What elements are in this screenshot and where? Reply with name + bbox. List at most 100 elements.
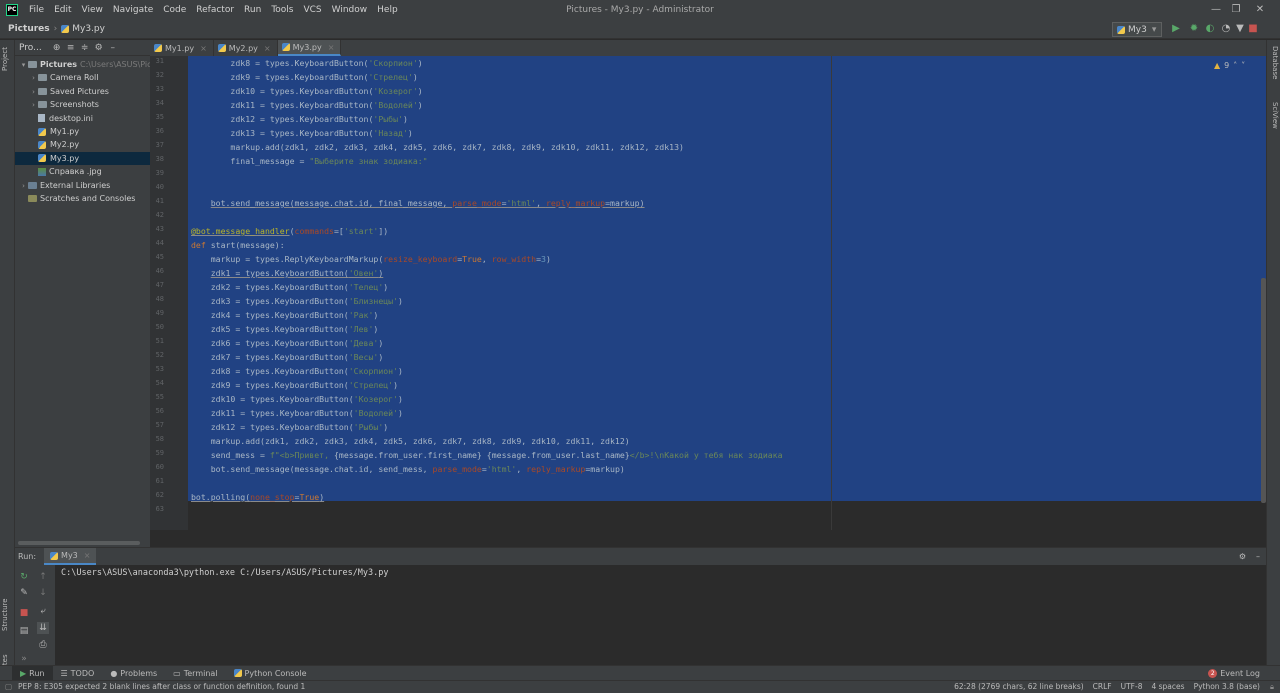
tree-item[interactable]: › External Libraries <box>15 179 150 192</box>
wrench-icon[interactable]: ✎ <box>18 587 30 599</box>
file-encoding[interactable]: UTF-8 <box>1121 681 1143 693</box>
tab-my3-py[interactable]: My3.py × <box>277 40 342 56</box>
toggle-tool-windows-icon[interactable]: ▢ <box>5 681 12 693</box>
menu-item-edit[interactable]: Edit <box>49 0 76 20</box>
inspection-widget[interactable]: ▲ 9 ˄ ˅ <box>1214 59 1264 71</box>
tab-my1-py[interactable]: My1.py × <box>150 40 214 56</box>
menu-item-window[interactable]: Window <box>327 0 373 20</box>
code-line[interactable]: zdk11 = types.KeyboardButton('Водолей') <box>191 98 422 112</box>
tree-item[interactable]: My2.py <box>15 138 150 151</box>
tree-item[interactable]: My3.py <box>15 151 150 165</box>
menu-item-navigate[interactable]: Navigate <box>108 0 158 20</box>
code-line[interactable]: zdk1 = types.KeyboardButton('Овен') <box>191 266 384 280</box>
close-icon[interactable]: × <box>84 551 91 560</box>
close-icon[interactable]: × <box>200 44 207 53</box>
todo-tool-button[interactable]: ☰ TODO <box>53 666 103 681</box>
console-output[interactable]: C:\Users\ASUS\anaconda3\python.exe C:/Us… <box>61 568 389 578</box>
menu-item-refactor[interactable]: Refactor <box>191 0 239 20</box>
stop-icon[interactable]: ■ <box>18 607 30 619</box>
close-icon[interactable]: × <box>328 43 335 52</box>
breadcrumb-root[interactable]: Pictures <box>0 24 50 34</box>
tree-item[interactable]: ▾ PicturesC:\Users\ASUS\Pictures <box>15 58 150 71</box>
menu-item-help[interactable]: Help <box>372 0 403 20</box>
problems-tool-button[interactable]: ● Problems <box>102 666 165 681</box>
event-log-button[interactable]: 2 Event Log <box>1208 666 1260 681</box>
run-tab-my3[interactable]: My3 × <box>44 548 97 565</box>
code-line[interactable]: zdk12 = types.KeyboardButton('Рыбы') <box>191 420 388 434</box>
close-icon[interactable]: × <box>264 44 271 53</box>
collapse-all-icon[interactable]: ≑ <box>78 43 92 53</box>
expand-all-icon[interactable]: ≡ <box>64 43 78 53</box>
lock-icon[interactable]: 🔒︎ <box>1270 681 1274 693</box>
menu-item-file[interactable]: File <box>24 0 49 20</box>
code-line[interactable]: zdk2 = types.KeyboardButton('Телец') <box>191 280 389 294</box>
project-tool-tab[interactable]: Project <box>1 44 14 74</box>
code-editor[interactable]: zdk8 = types.KeyboardButton('Скорпион') … <box>188 56 1266 530</box>
tree-item[interactable]: › Screenshots <box>15 98 150 111</box>
code-line[interactable]: @bot.message_handler(commands=['start']) <box>191 224 388 238</box>
indent-setting[interactable]: 4 spaces <box>1151 681 1184 693</box>
tree-item[interactable]: Справка .jpg <box>15 165 150 178</box>
gear-icon[interactable]: ⚙ <box>92 43 106 53</box>
tree-item[interactable]: › Saved Pictures <box>15 85 150 98</box>
code-line[interactable]: markup.add(zdk1, zdk2, zdk3, zdk4, zdk5,… <box>191 140 684 154</box>
code-line[interactable]: final_message = "Выберите знак зодиака:" <box>191 154 427 168</box>
scroll-to-end-icon[interactable]: ⇊ <box>37 622 49 634</box>
menu-item-vcs[interactable]: VCS <box>298 0 326 20</box>
chevron-right-icon[interactable]: › <box>29 72 38 84</box>
tree-item[interactable]: My1.py <box>15 125 150 138</box>
code-line[interactable]: zdk12 = types.KeyboardButton('Рыбы') <box>191 112 407 126</box>
tree-item[interactable]: desktop.ini <box>15 112 150 125</box>
menu-item-run[interactable]: Run <box>239 0 266 20</box>
close-icon[interactable]: ✕ <box>1240 0 1280 20</box>
chevron-down-icon[interactable]: ▾ <box>19 59 28 71</box>
breadcrumb-file[interactable]: My3.py <box>61 24 105 34</box>
scroll-up-icon[interactable]: ↑ <box>37 571 49 583</box>
database-tool-tab[interactable]: Database <box>1269 46 1279 90</box>
code-line[interactable]: zdk13 = types.KeyboardButton('Назад') <box>191 126 412 140</box>
more-icon[interactable]: » <box>18 653 30 665</box>
tab-my2-py[interactable]: My2.py × <box>214 40 278 56</box>
caret-position[interactable]: 62:28 (2769 chars, 62 line breaks) <box>954 681 1084 693</box>
code-line[interactable]: zdk5 = types.KeyboardButton('Лев') <box>191 322 379 336</box>
sciview-tool-tab[interactable]: SciView <box>1269 102 1279 138</box>
rerun-icon[interactable]: ↻ <box>18 571 30 583</box>
chevron-right-icon[interactable]: › <box>19 180 28 192</box>
code-line[interactable]: markup.add(zdk1, zdk2, zdk3, zdk4, zdk5,… <box>191 434 630 448</box>
code-line[interactable]: send_mess = f"<b>Привет, {message.from_u… <box>191 448 783 462</box>
debug-icon[interactable]: ✹ <box>1188 23 1200 35</box>
code-line[interactable]: bot.send_message(message.chat.id, final_… <box>191 196 645 210</box>
scroll-down-icon[interactable]: ↓ <box>37 587 49 599</box>
code-line[interactable]: zdk9 = types.KeyboardButton('Стрелец') <box>191 70 417 84</box>
code-line[interactable]: zdk8 = types.KeyboardButton('Скорпион') <box>191 364 403 378</box>
code-line[interactable]: zdk6 = types.KeyboardButton('Дева') <box>191 336 384 350</box>
hide-icon[interactable]: – <box>1256 552 1260 561</box>
python-interpreter[interactable]: Python 3.8 (base) <box>1194 681 1260 693</box>
code-line[interactable]: zdk8 = types.KeyboardButton('Скорпион') <box>191 56 422 70</box>
code-line[interactable]: zdk10 = types.KeyboardButton('Козерог') <box>191 84 422 98</box>
gear-icon[interactable]: ⚙ <box>1239 552 1246 561</box>
project-view-select[interactable]: Pro... <box>19 43 42 53</box>
profile-icon[interactable]: ◔ <box>1220 23 1232 35</box>
code-line[interactable]: bot.send_message(message.chat.id, send_m… <box>191 462 625 476</box>
stop-icon[interactable]: ■ <box>1247 23 1259 35</box>
code-line[interactable]: bot.polling(none_stop=True) <box>191 490 324 504</box>
soft-wrap-icon[interactable]: ⤶ <box>37 605 49 617</box>
chevron-up-icon[interactable]: ˄ <box>1233 61 1237 70</box>
code-line[interactable]: zdk3 = types.KeyboardButton('Близнецы') <box>191 294 403 308</box>
chevron-down-icon[interactable]: ˅ <box>1241 61 1245 70</box>
code-line[interactable]: zdk10 = types.KeyboardButton('Козерог') <box>191 392 403 406</box>
menu-item-view[interactable]: View <box>77 0 108 20</box>
horizontal-scrollbar[interactable] <box>18 541 140 545</box>
code-line[interactable]: def start(message): <box>191 238 285 252</box>
build-icon[interactable]: ▼ <box>1234 23 1246 35</box>
code-line[interactable]: zdk9 = types.KeyboardButton('Стрелец') <box>191 378 398 392</box>
locate-icon[interactable]: ⊕ <box>50 43 64 53</box>
coverage-icon[interactable]: ◐ <box>1204 23 1216 35</box>
terminal-tool-button[interactable]: ▭ Terminal <box>165 666 225 681</box>
hide-icon[interactable]: – <box>106 43 120 53</box>
run-icon[interactable]: ▶ <box>1170 23 1182 35</box>
menu-item-code[interactable]: Code <box>158 0 191 20</box>
run-configuration-select[interactable]: My3 ▾ <box>1112 22 1162 37</box>
chevron-right-icon[interactable]: › <box>29 86 38 98</box>
